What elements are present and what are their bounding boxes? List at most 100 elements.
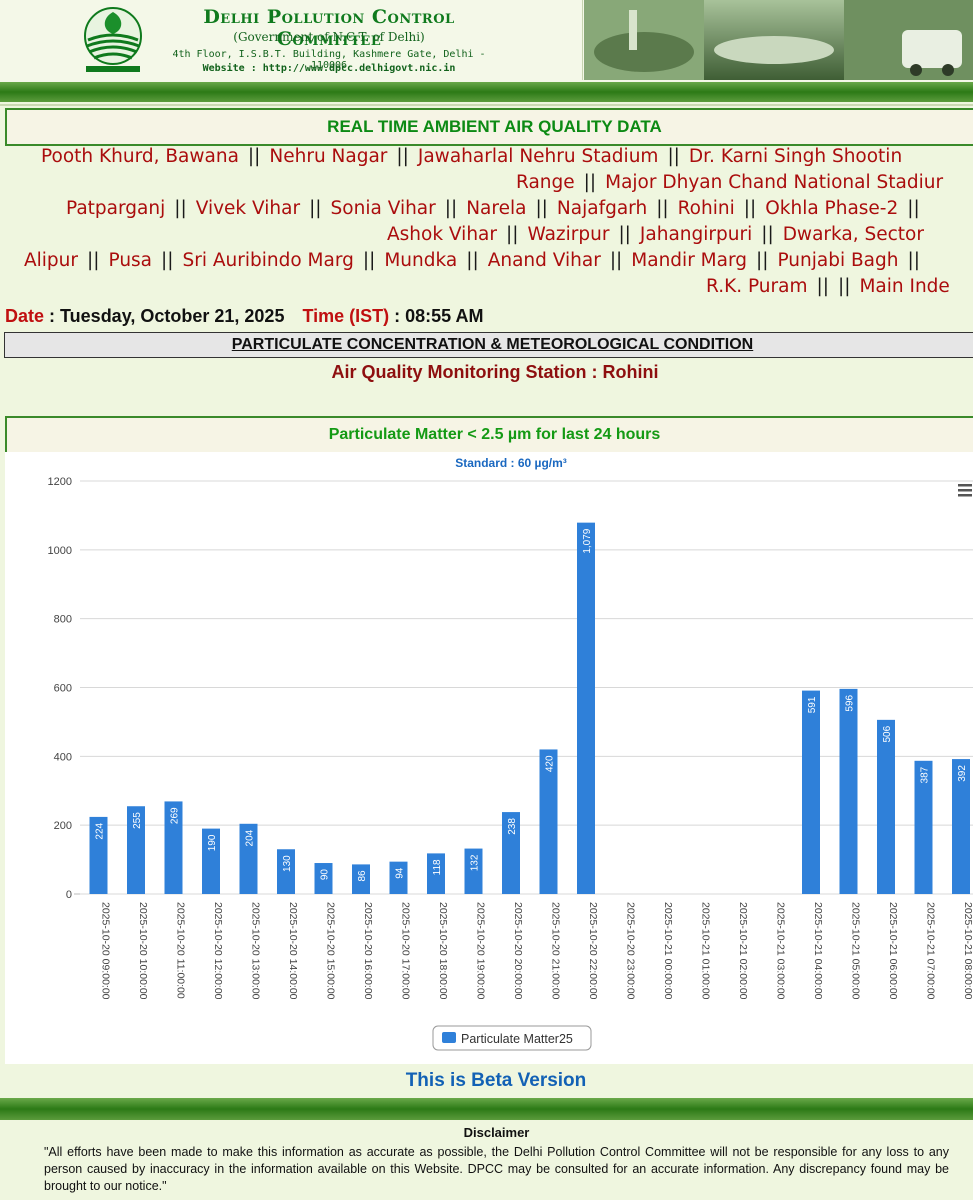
station-link-narela[interactable]: Narela <box>466 198 526 219</box>
disclaimer-text: "All efforts have been made to make this… <box>44 1145 949 1193</box>
station-line-6: R.K. Puram || || Main Inde <box>706 276 950 297</box>
separator: || <box>667 146 680 167</box>
station-line-2: Range || Major Dhyan Chand National Stadiu… <box>516 172 943 193</box>
separator: || <box>907 250 920 271</box>
x-tick-label: 2025-10-20 13:00:00 <box>250 902 262 1000</box>
station-link-jahangirpuri[interactable]: Jahangirpuri <box>640 224 752 245</box>
pm25-bar-chart: Standard : 60 µg/m³ 0 200 400 600 800 1000 120… <box>48 456 973 1051</box>
station-link-pooth-khurd[interactable]: Pooth Khurd, Bawana <box>41 146 239 167</box>
x-tick-label: 2025-10-21 07:00:00 <box>925 902 937 1000</box>
chart-subtitle: Standard : 60 µg/m³ <box>455 456 567 470</box>
station-link-patparganj[interactable]: Patparganj <box>66 198 165 219</box>
separator: || <box>609 250 623 271</box>
bar-data-label: 94 <box>395 867 406 879</box>
menu-icon-bar <box>958 489 972 492</box>
bar-data-label: 596 <box>845 694 856 711</box>
station-link-nehru-nagar[interactable]: Nehru Nagar <box>269 146 387 167</box>
station-link-vivek-vihar[interactable]: Vivek Vihar <box>196 198 300 219</box>
y-tick-label: 600 <box>54 683 72 695</box>
beta-notice: This is Beta Version <box>405 1070 587 1091</box>
pm25-chart: Standard : 60 µg/m³ 0 200 400 600 800 1000 120… <box>5 452 973 1064</box>
org-government: (Government of N.C.T. of Delhi) <box>233 30 425 44</box>
separator: || <box>161 250 174 271</box>
date-value: : Tuesday, October 21, 2025 <box>44 306 285 326</box>
header-photo-collage <box>584 0 973 80</box>
station-link-main-index[interactable]: Main Inde <box>859 276 949 297</box>
station-link-pusa[interactable]: Pusa <box>108 250 152 271</box>
station-link-rohini[interactable]: Rohini <box>678 198 735 219</box>
separator: || <box>761 224 774 245</box>
separator: || <box>656 198 669 219</box>
bar[interactable] <box>802 690 820 894</box>
separator: || <box>618 224 631 245</box>
x-tick-label: 2025-10-20 12:00:00 <box>212 902 224 1000</box>
bar[interactable] <box>839 688 858 894</box>
station-link-anand-vihar[interactable]: Anand Vihar <box>488 250 601 271</box>
station-link-karni-singh[interactable]: Dr. Karni Singh Shootin <box>689 146 902 167</box>
bar-data-label: 1,079 <box>582 528 593 553</box>
bar-data-label: 238 <box>507 818 518 835</box>
station-link-dhyan-chand[interactable]: Major Dhyan Chand National Stadiur <box>605 172 943 193</box>
station-link-ashok-vihar[interactable]: Ashok Vihar <box>387 224 497 245</box>
date-label: Date <box>5 306 45 326</box>
station-link-jln-stadium[interactable]: Jawaharlal Nehru Stadium <box>418 146 659 167</box>
separator: || <box>583 172 597 193</box>
bar[interactable] <box>877 719 895 894</box>
separator: || <box>535 198 548 219</box>
separator: || <box>466 250 479 271</box>
station-link-range[interactable]: Range <box>516 172 575 193</box>
y-tick-label: 1000 <box>48 545 72 557</box>
separator: || <box>396 146 409 167</box>
station-link-punjabi-bagh[interactable]: Punjabi Bagh <box>777 250 898 271</box>
bar-data-label: 86 <box>357 870 368 882</box>
station-link-okhla[interactable]: Okhla Phase-2 <box>765 198 898 219</box>
legend-swatch <box>442 1032 456 1043</box>
bar-data-label: 190 <box>207 834 218 851</box>
station-link-najafgarh[interactable]: Najafgarh <box>557 198 647 219</box>
separator: || <box>309 198 322 219</box>
x-tick-label: 2025-10-20 18:00:00 <box>437 902 449 1000</box>
station-link-mandir-marg[interactable]: Mandir Marg <box>631 250 747 271</box>
bar-data-label: 130 <box>282 855 293 872</box>
separator: || <box>174 198 187 219</box>
bar-data-label: 420 <box>545 755 556 772</box>
station-link-wazirpur[interactable]: Wazirpur <box>527 224 609 245</box>
station-link-dwarka[interactable]: Dwarka, Sector <box>783 224 924 245</box>
separator: || <box>907 198 920 219</box>
x-tick-label: 2025-10-21 08:00:00 <box>962 902 973 1000</box>
x-tick-label: 2025-10-20 21:00:00 <box>550 902 562 1000</box>
y-axis-ticks: 0 200 400 600 800 1000 1200 <box>48 476 72 901</box>
x-tick-label: 2025-10-20 11:00:00 <box>175 902 187 999</box>
pm25-chart-title: Particulate Matter < 2.5 µm for last 24 … <box>5 416 973 454</box>
header-divider-band <box>0 82 973 102</box>
x-tick-label: 2025-10-21 05:00:00 <box>850 902 862 1000</box>
station-link-sonia-vihar[interactable]: Sonia Vihar <box>331 198 436 219</box>
station-link-rk-puram[interactable]: R.K. Puram <box>706 276 808 297</box>
menu-icon-bar <box>958 484 972 487</box>
x-tick-label: 2025-10-20 22:00:00 <box>587 902 599 1000</box>
station-link-mundka[interactable]: Mundka <box>384 250 457 271</box>
disclaimer-title: Disclaimer <box>463 1125 530 1140</box>
divider-line <box>0 104 973 106</box>
footer-divider-band <box>0 1098 973 1120</box>
chart-legend[interactable]: Particulate Matter25 <box>432 1025 592 1051</box>
station-title: Air Quality Monitoring Station : Rohini <box>331 362 659 382</box>
hamburger-menu-icon[interactable] <box>958 484 972 497</box>
legend-label: Particulate Matter25 <box>461 1032 573 1046</box>
x-tick-label: 2025-10-21 02:00:00 <box>737 902 749 1000</box>
station-link-alipur[interactable]: Alipur <box>24 250 78 271</box>
page-title: REAL TIME AMBIENT AIR QUALITY DATA <box>5 108 973 146</box>
y-tick-label: 0 <box>66 889 72 901</box>
station-link-auribindo-marg[interactable]: Sri Auribindo Marg <box>182 250 353 271</box>
x-tick-label: 2025-10-21 06:00:00 <box>887 902 899 1000</box>
bar-data-label: 118 <box>432 859 443 875</box>
bar-data-label: 224 <box>95 822 106 839</box>
bar-data-label: 204 <box>245 829 256 846</box>
bar[interactable] <box>577 522 595 894</box>
bar-data-label: 591 <box>807 696 818 713</box>
x-tick-label: 2025-10-20 16:00:00 <box>362 902 374 1000</box>
time-value: : 08:55 AM <box>389 306 484 326</box>
time-label: Time (IST) <box>302 306 390 326</box>
bar-data-label: 90 <box>320 869 331 881</box>
station-line-4: Ashok Vihar || Wazirpur || Jahangirpuri || Dwa… <box>387 224 924 245</box>
